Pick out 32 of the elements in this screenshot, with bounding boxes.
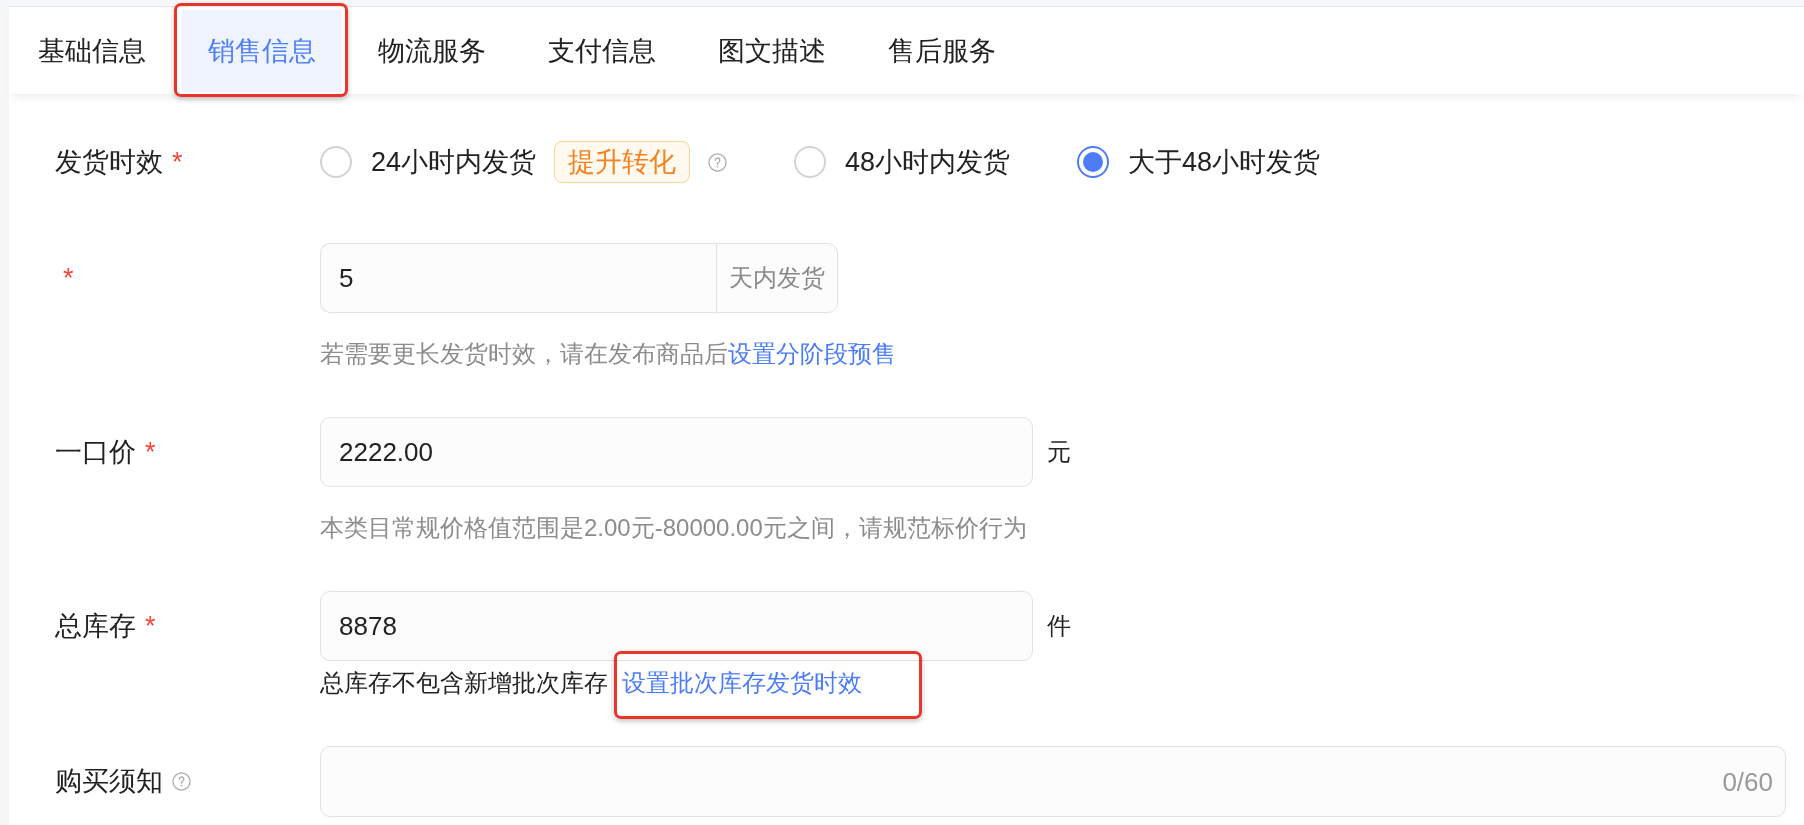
input-field[interactable]: 8878 — [320, 591, 1033, 661]
help-icon[interactable] — [708, 152, 728, 172]
link[interactable]: 设置分阶段预售 — [728, 340, 896, 367]
input-suffix: 天内发货 — [716, 243, 838, 313]
promo-tag: 提升转化 — [554, 141, 691, 183]
tab[interactable]: 售后服务 — [862, 10, 1022, 92]
radio-option[interactable]: 48小时内发货 — [794, 144, 1011, 180]
required-mark: * — [63, 262, 74, 294]
hint-text: 本类目常规价格值范围是2.00元-80000.00元之间，请规范标价行为 — [320, 513, 1027, 543]
unit-label: 件 — [1047, 611, 1071, 641]
field-label: 发货时效 — [55, 146, 163, 179]
field-label: 一口价 — [55, 436, 136, 469]
textarea-field[interactable] — [320, 746, 1786, 817]
tab[interactable]: 图文描述 — [692, 10, 852, 92]
field-label: 购买须知 — [55, 765, 163, 798]
input-field[interactable]: 5 — [320, 243, 716, 313]
tab[interactable]: 支付信息 — [522, 10, 682, 92]
tab[interactable]: 基础信息 — [12, 10, 172, 92]
input-field[interactable]: 2222.00 — [320, 417, 1033, 487]
tab[interactable]: 物流服务 — [352, 10, 512, 92]
character-counter: 0/60 — [1722, 766, 1773, 797]
radio-option[interactable]: 24小时内发货 — [320, 144, 537, 180]
link[interactable]: 设置批次库存发货时效 — [622, 669, 862, 696]
unit-label: 元 — [1047, 437, 1071, 467]
required-mark: * — [145, 436, 156, 468]
hint-text: 若需要更长发货时效，请在发布商品后设置分阶段预售 — [320, 339, 896, 369]
help-icon[interactable] — [172, 771, 191, 791]
required-mark: * — [145, 610, 156, 642]
field-label: 总库存 — [55, 610, 136, 643]
hint-text: 总库存不包含新增批次库存 设置批次库存发货时效 — [320, 666, 862, 700]
radio-option[interactable]: 大于48小时发货 — [1077, 144, 1321, 180]
required-mark: * — [172, 146, 183, 178]
